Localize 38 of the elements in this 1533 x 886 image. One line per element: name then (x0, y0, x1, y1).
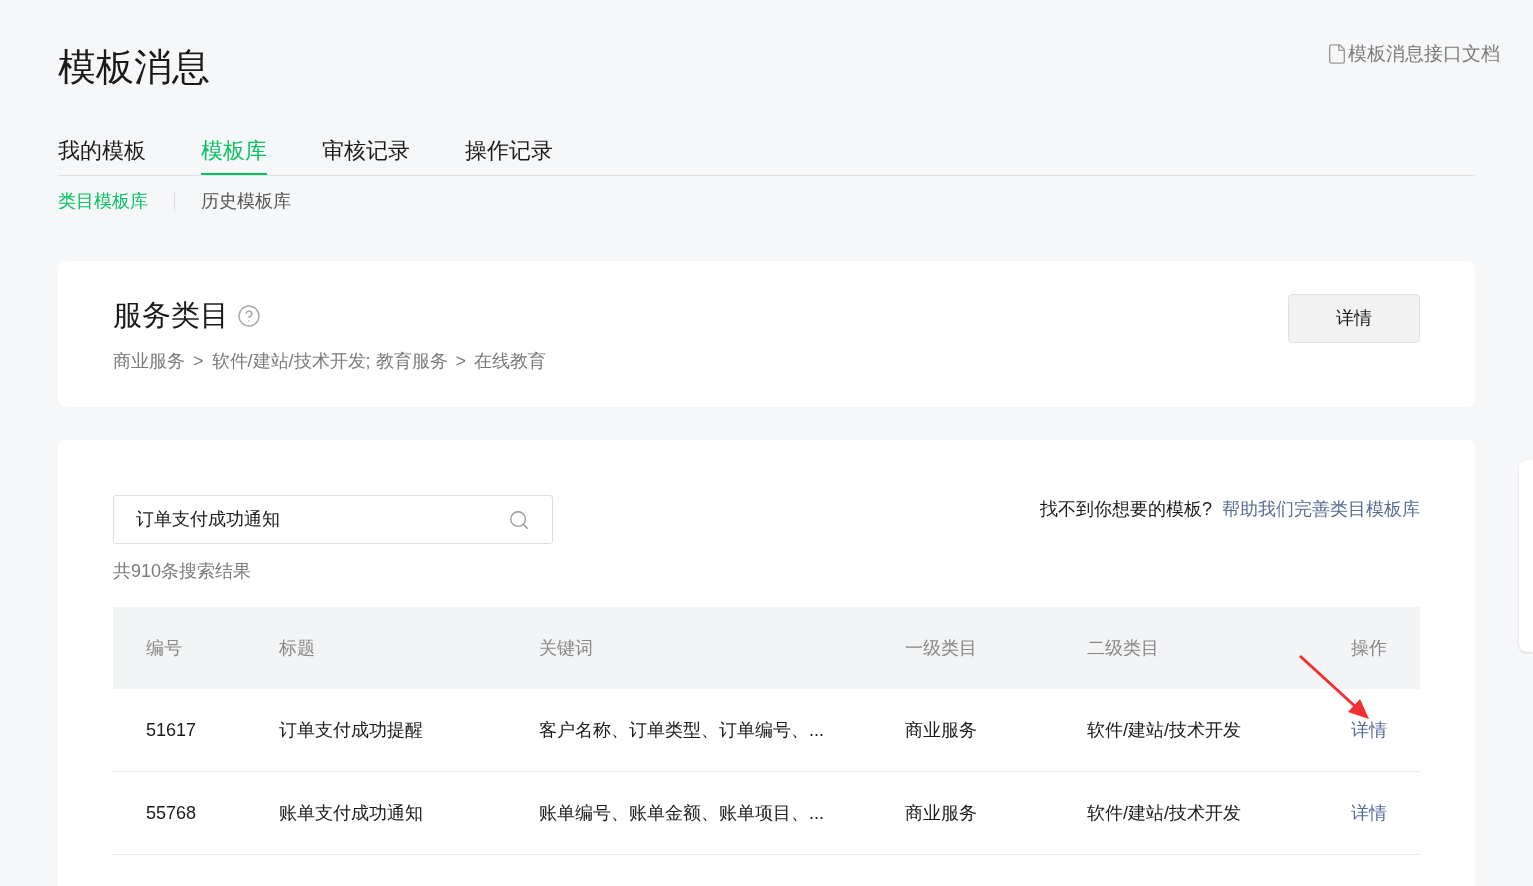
table-cell: 软件/建站/技术开发 (1087, 719, 1241, 740)
document-icon (1326, 43, 1348, 66)
column-header: 标题 (279, 637, 315, 658)
breadcrumb-separator: > (455, 349, 467, 373)
breadcrumb-item: 商业服务 (113, 349, 185, 373)
table-cell: 账单支付成功通知 (279, 802, 423, 823)
breadcrumb-item: 软件/建站/技术开发; 教育服务 (211, 349, 448, 373)
page-title: 模板消息 (58, 45, 210, 90)
search-field[interactable]: 订单支付成功通知 (113, 495, 553, 544)
table-cell: 51617 (146, 719, 197, 740)
details-button[interactable]: 详情 (1288, 294, 1420, 343)
help-icon[interactable] (237, 303, 261, 328)
table-cell: 客户名称、订单类型、订单编号、... (539, 719, 824, 740)
column-header: 一级类目 (905, 637, 977, 658)
column-header: 编号 (146, 637, 182, 658)
table-cell: 商业服务 (905, 719, 977, 740)
table-cell: 订单支付成功提醒 (279, 719, 423, 740)
doc-link[interactable]: 模板消息接口文档 (1326, 40, 1500, 69)
table-cell: 软件/建站/技术开发 (1087, 802, 1241, 823)
sub-tab[interactable]: 历史模板库 (201, 188, 291, 215)
help-link[interactable]: 帮助我们完善类目模板库 (1222, 496, 1420, 523)
hint-text: 找不到你想要的模板? (1040, 498, 1212, 521)
tab[interactable]: 操作记录 (465, 134, 553, 175)
tab[interactable]: 我的模板 (58, 134, 146, 175)
column-header: 二级类目 (1087, 637, 1159, 658)
search-icon (508, 508, 530, 531)
breadcrumb-separator: > (193, 349, 204, 373)
table-cell: 账单编号、账单金额、账单项目、... (539, 802, 824, 823)
column-header: 操作 (1351, 637, 1387, 658)
table-cell: 55768 (146, 802, 197, 823)
details-link[interactable]: 详情 (1351, 719, 1387, 740)
tab[interactable]: 审核记录 (322, 134, 410, 175)
section-title: 服务类目 (113, 298, 229, 333)
details-link[interactable]: 详情 (1351, 802, 1387, 823)
breadcrumb-item: 在线教育 (474, 349, 547, 373)
table-cell: 商业服务 (905, 802, 977, 823)
result-count: 共910条搜索结果 (113, 560, 253, 583)
column-header: 关键词 (539, 637, 593, 658)
